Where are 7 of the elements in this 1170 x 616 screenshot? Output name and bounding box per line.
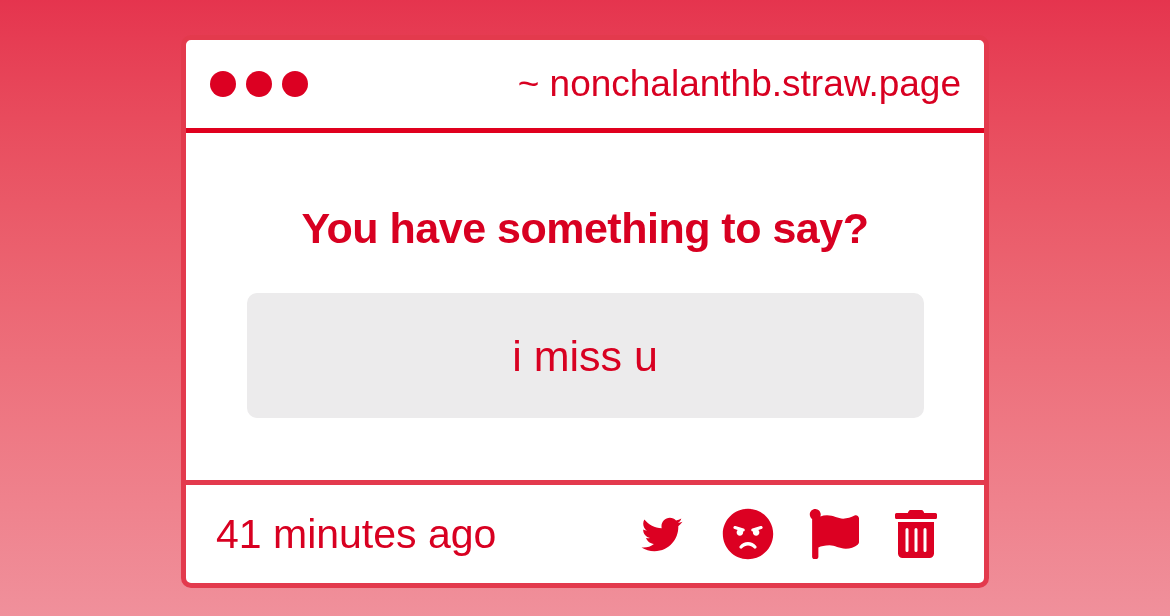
message-text: i miss u <box>512 330 658 381</box>
flag-icon[interactable] <box>809 509 859 559</box>
angry-face-icon[interactable] <box>722 508 774 560</box>
address-text: ~ nonchalanthb.straw.page <box>517 62 961 106</box>
prompt-title: You have something to say? <box>301 203 869 253</box>
trash-icon[interactable] <box>894 510 938 558</box>
time-text: 41 minutes ago <box>216 510 497 558</box>
